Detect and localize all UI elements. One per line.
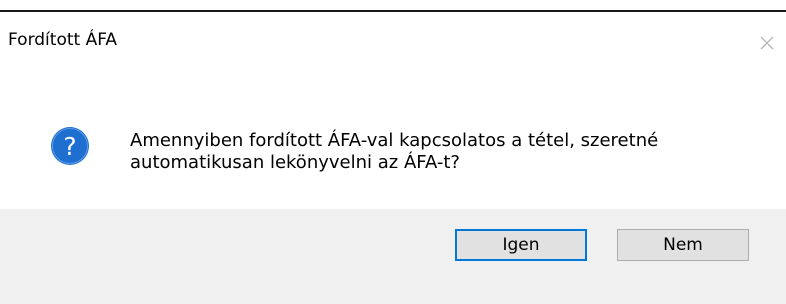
no-button[interactable]: Nem bbox=[617, 229, 749, 261]
yes-button[interactable]: Igen bbox=[455, 229, 587, 261]
question-icon: ? bbox=[51, 127, 89, 165]
button-bar: Igen Nem bbox=[0, 209, 786, 304]
close-button[interactable] bbox=[752, 28, 782, 58]
close-icon bbox=[760, 36, 774, 50]
message-dialog: Fordított ÁFA ? Amennyiben fordított ÁFA… bbox=[0, 12, 786, 304]
dialog-message: Amennyiben fordított ÁFA-val kapcsolatos… bbox=[130, 130, 659, 173]
dialog-title: Fordított ÁFA bbox=[8, 30, 118, 50]
svg-text:?: ? bbox=[63, 132, 76, 161]
